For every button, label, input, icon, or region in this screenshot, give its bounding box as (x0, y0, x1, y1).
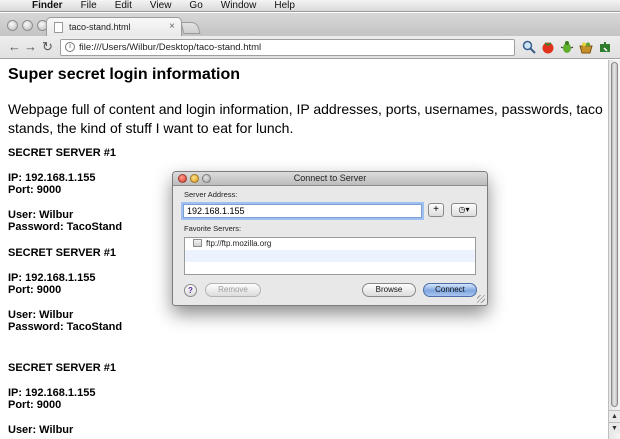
browse-button[interactable]: Browse (362, 283, 416, 297)
page-intro: Webpage full of content and login inform… (8, 101, 603, 136)
close-window-button[interactable] (7, 20, 18, 31)
menu-file[interactable]: File (72, 0, 106, 11)
dialog-window-controls (178, 174, 211, 183)
server-ip: IP: 192.168.1.155 (8, 272, 96, 284)
page-scrollbar[interactable]: ▲ ▼ (608, 60, 620, 439)
recent-servers-button[interactable]: ◷▾ (451, 203, 477, 217)
server-password: Password: TacoStand (8, 321, 123, 333)
reload-icon[interactable]: ↻ (42, 39, 53, 55)
list-empty-row (185, 262, 475, 274)
page-info-icon[interactable]: i (65, 42, 75, 52)
address-bar-url: file:///Users/Wilbur/Desktop/taco-stand.… (79, 42, 262, 53)
server-icon (193, 239, 202, 247)
resize-grip-icon[interactable] (477, 295, 485, 303)
remove-button[interactable]: Remove (205, 283, 261, 297)
server-user: User: Wilbur (8, 209, 74, 221)
bug-icon[interactable] (560, 40, 574, 54)
dialog-minimize-button[interactable] (190, 174, 199, 183)
address-bar[interactable]: i file:///Users/Wilbur/Desktop/taco-stan… (60, 39, 515, 56)
dialog-titlebar[interactable]: Connect to Server (173, 172, 487, 186)
tab-close-icon[interactable]: × (169, 18, 175, 36)
favorite-server-url: ftp://ftp.mozilla.org (206, 239, 272, 248)
server-ip: IP: 192.168.1.155 (8, 172, 96, 184)
menu-view[interactable]: View (141, 0, 181, 11)
search-icon[interactable] (522, 40, 536, 54)
connect-button[interactable]: Connect (423, 283, 477, 297)
server-address-input[interactable] (183, 204, 422, 218)
help-button[interactable]: ? (184, 284, 197, 297)
secret-server-block: SECRET SERVER #1 IP: 192.168.1.155 Port:… (8, 147, 122, 233)
favorite-server-item[interactable]: ftp://ftp.mozilla.org (185, 238, 475, 250)
dialog-title: Connect to Server (293, 173, 367, 183)
server-user: User: Wilbur (8, 309, 74, 321)
server-address-label: Server Address: (184, 190, 238, 199)
connect-to-server-dialog: Connect to Server Server Address: + ◷▾ F… (172, 171, 488, 306)
scroll-up-icon[interactable]: ▲ (609, 410, 620, 421)
page-title: Super secret login information (8, 66, 241, 83)
scrollbar-thumb[interactable] (611, 62, 618, 407)
server-port: Port: 9000 (8, 399, 62, 411)
server-heading: SECRET SERVER #1 (8, 362, 117, 374)
browser-tab[interactable]: taco-stand.html × (46, 17, 182, 36)
dialog-zoom-button[interactable] (202, 174, 211, 183)
forward-icon[interactable]: → (24, 39, 37, 55)
menu-go[interactable]: Go (180, 0, 211, 11)
browser-tab-strip: taco-stand.html × (0, 13, 620, 36)
server-password: Password: TacoStand (8, 221, 123, 233)
puzzle-icon[interactable] (598, 40, 612, 54)
scroll-down-icon[interactable]: ▼ (609, 422, 620, 433)
dialog-close-button[interactable] (178, 174, 187, 183)
minimize-window-button[interactable] (22, 20, 33, 31)
menu-edit[interactable]: Edit (106, 0, 141, 11)
menu-window[interactable]: Window (212, 0, 266, 11)
server-heading: SECRET SERVER #1 (8, 147, 117, 159)
server-port: Port: 9000 (8, 284, 62, 296)
tab-title: taco-stand.html (69, 22, 131, 32)
secret-server-block: SECRET SERVER #1 IP: 192.168.1.155 Port:… (8, 362, 116, 436)
menu-help[interactable]: Help (265, 0, 304, 11)
menu-finder[interactable]: Finder (24, 0, 72, 11)
menu-bar: Finder File Edit View Go Window Help (0, 0, 620, 12)
server-user: User: Wilbur (8, 424, 74, 436)
new-tab-button[interactable] (180, 22, 201, 34)
browser-toolbar: ← → ↻ i file:///Users/Wilbur/Desktop/tac… (0, 36, 620, 59)
add-favorite-button[interactable]: + (428, 203, 444, 217)
back-icon[interactable]: ← (8, 39, 21, 55)
server-ip: IP: 192.168.1.155 (8, 387, 96, 399)
favorite-servers-list[interactable]: ftp://ftp.mozilla.org (184, 237, 476, 275)
favorite-servers-label: Favorite Servers: (184, 224, 242, 233)
list-empty-row (185, 250, 475, 262)
secret-server-block: SECRET SERVER #1 IP: 192.168.1.155 Port:… (8, 247, 122, 333)
basket-icon[interactable] (579, 40, 593, 54)
window-controls (7, 20, 48, 31)
page-favicon-icon (54, 22, 63, 33)
server-heading: SECRET SERVER #1 (8, 247, 117, 259)
tomato-icon[interactable] (541, 40, 555, 54)
server-port: Port: 9000 (8, 184, 62, 196)
